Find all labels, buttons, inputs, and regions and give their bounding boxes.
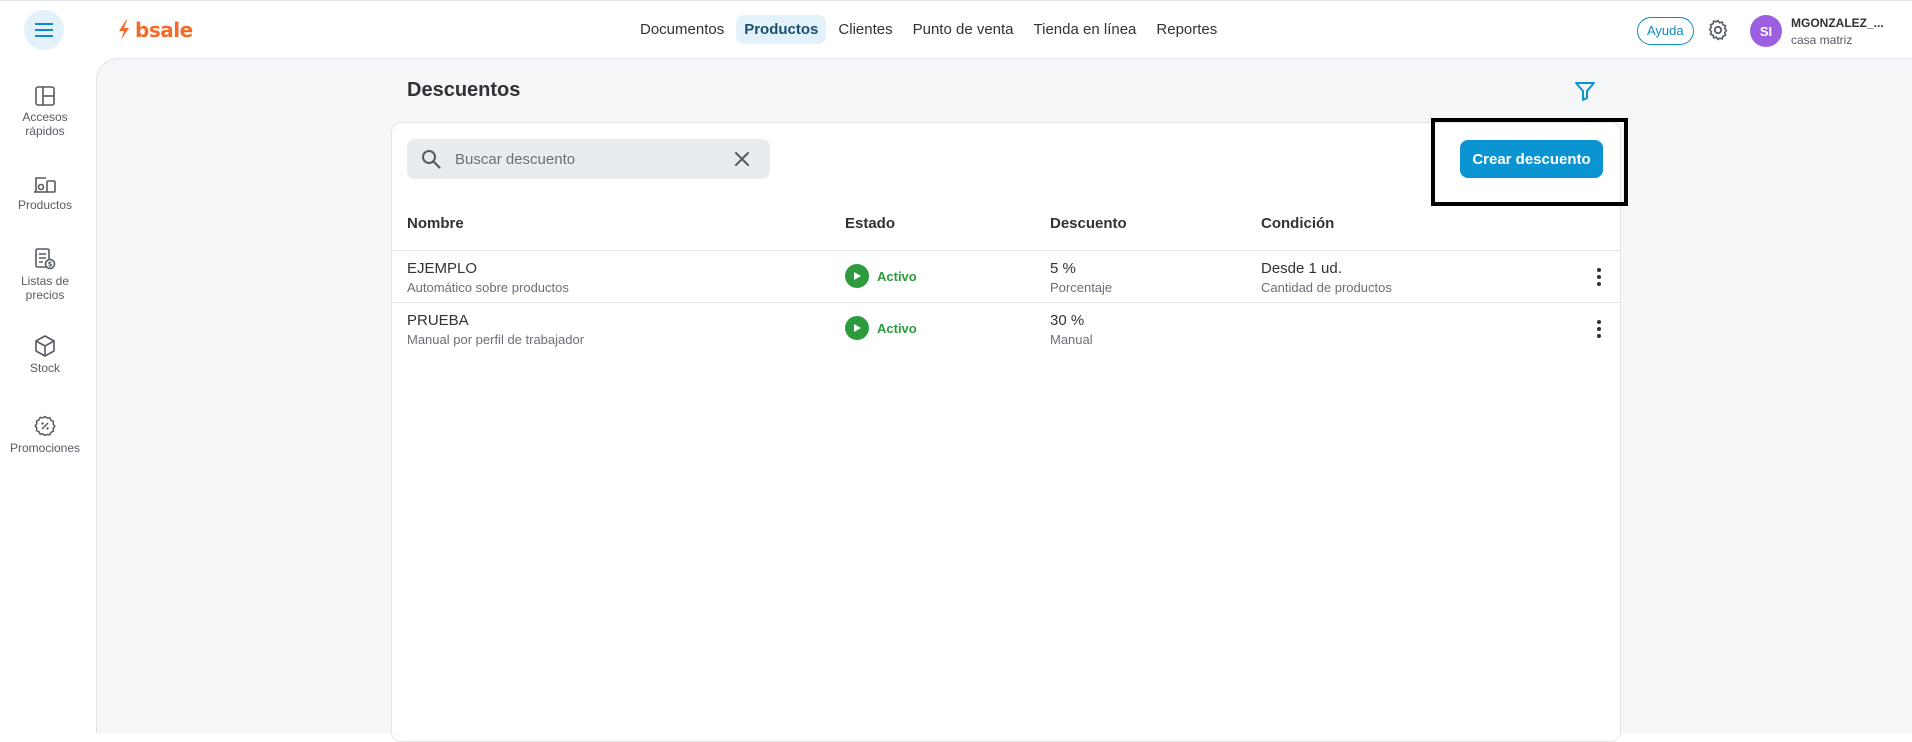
column-header-condicion[interactable]: Condición — [1261, 215, 1334, 232]
nav-productos[interactable]: Productos — [736, 15, 827, 44]
discount-kind: Manual — [1050, 332, 1093, 347]
hamburger-menu-button[interactable] — [24, 10, 64, 50]
status-badge: Activo — [845, 264, 917, 288]
status-label: Activo — [877, 268, 917, 284]
sidebar-item-stock[interactable]: Stock — [0, 335, 90, 375]
condition-kind: Cantidad de productos — [1261, 280, 1392, 295]
play-icon — [845, 316, 869, 340]
discount-kind: Porcentaje — [1050, 280, 1113, 295]
main-nav: Documentos Productos Clientes Punto de v… — [632, 15, 1229, 44]
sidebar-item-promociones[interactable]: Promociones — [0, 415, 90, 455]
discount-type: Manual por perfil de trabajador — [407, 332, 585, 347]
column-header-estado[interactable]: Estado — [845, 215, 895, 232]
sidebar-item-label: Promociones — [9, 441, 81, 455]
gear-icon[interactable] — [1706, 18, 1730, 42]
sidebar-item-label: Productos — [17, 198, 73, 212]
sidebar: Accesos rápidos Productos $ Listas de pr… — [0, 58, 90, 733]
search-icon — [422, 150, 441, 169]
nav-tienda-en-linea[interactable]: Tienda en línea — [1026, 15, 1145, 44]
row-divider — [391, 250, 1621, 251]
sidebar-item-label: Accesos — [22, 110, 68, 124]
row-divider — [391, 302, 1621, 303]
bolt-logo-icon — [119, 20, 129, 40]
more-options-icon[interactable] — [1594, 319, 1604, 339]
avatar[interactable]: SI — [1750, 15, 1782, 47]
discount-name: EJEMPLO — [407, 260, 478, 277]
user-name[interactable]: MGONZALEZ_... — [1791, 16, 1884, 30]
search-input[interactable] — [455, 139, 725, 179]
status-label: Activo — [877, 320, 917, 336]
play-icon — [845, 264, 869, 288]
sidebar-item-accesos-rapidos[interactable]: Accesos rápidos — [0, 86, 90, 138]
discount-type: Automático sobre productos — [407, 280, 569, 295]
sidebar-item-label: rápidos — [25, 124, 65, 138]
stock-box-icon — [35, 335, 55, 357]
quick-access-icon — [35, 86, 55, 106]
create-discount-button[interactable]: Crear descuento — [1460, 140, 1603, 178]
close-icon[interactable] — [733, 150, 751, 168]
discount-value: 30 % — [1050, 312, 1085, 329]
sidebar-item-listas-de-precios[interactable]: $ Listas de precios — [0, 248, 90, 302]
page-title: Descuentos — [407, 79, 521, 101]
discount-name: PRUEBA — [407, 312, 469, 329]
status-badge: Activo — [845, 316, 917, 340]
condition-value: Desde 1 ud. — [1261, 260, 1342, 277]
sidebar-item-productos[interactable]: Productos — [0, 176, 90, 212]
help-button[interactable]: Ayuda — [1637, 17, 1694, 45]
sidebar-item-label: Listas de — [20, 274, 70, 288]
discount-value: 5 % — [1050, 260, 1076, 277]
filter-icon[interactable] — [1574, 80, 1596, 102]
brand-logo[interactable]: bsale — [117, 18, 193, 42]
nav-documentos[interactable]: Documentos — [632, 15, 732, 44]
price-list-icon: $ — [35, 248, 56, 270]
more-options-icon[interactable] — [1594, 267, 1604, 287]
user-branch: casa matriz — [1791, 33, 1853, 47]
brand-name: bsale — [135, 18, 193, 42]
nav-reportes[interactable]: Reportes — [1148, 15, 1225, 44]
search-box — [407, 139, 770, 179]
nav-punto-de-venta[interactable]: Punto de venta — [905, 15, 1022, 44]
column-header-descuento[interactable]: Descuento — [1050, 215, 1127, 232]
column-header-nombre[interactable]: Nombre — [407, 215, 464, 232]
menu-icon — [35, 23, 53, 37]
sidebar-item-label: precios — [25, 288, 65, 302]
discounts-card — [391, 122, 1621, 742]
svg-text:$: $ — [48, 261, 53, 269]
top-bar: bsale Documentos Productos Clientes Punt… — [0, 0, 1912, 58]
products-icon — [34, 177, 56, 193]
nav-clientes[interactable]: Clientes — [830, 15, 900, 44]
sidebar-item-label: Stock — [29, 361, 60, 375]
promotions-icon — [34, 415, 56, 437]
